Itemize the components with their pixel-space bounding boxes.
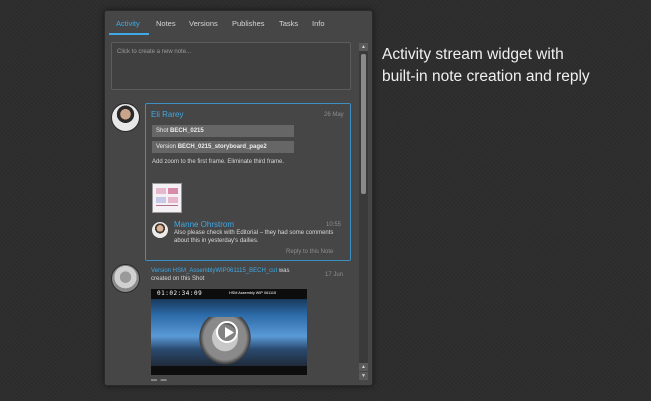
shot-prefix: Shot — [156, 128, 169, 134]
caption: Activity stream widget with built-in not… — [382, 44, 590, 88]
tab-notes[interactable]: Notes — [156, 19, 176, 28]
active-tab-indicator — [109, 33, 149, 35]
play-icon[interactable] — [216, 321, 238, 343]
scroll-up-button[interactable]: ▲ — [359, 43, 368, 51]
video-title: HSM Assembly WIP 061115 — [229, 291, 277, 295]
tab-info[interactable]: Info — [312, 19, 325, 28]
avatar[interactable] — [111, 103, 140, 132]
reply-author[interactable]: Manne Ohrstrom — [174, 220, 234, 229]
video-bottom-bar — [151, 366, 307, 375]
note-card: Eli Rarey 26 May Shot BECH_0215 Version … — [145, 103, 351, 261]
scroll-up-button-bottom[interactable]: ▲ — [359, 363, 368, 371]
version-event-was: was — [278, 268, 290, 274]
tab-versions[interactable]: Versions — [189, 19, 218, 28]
reply-avatar[interactable] — [152, 222, 168, 238]
new-note-input[interactable] — [112, 43, 350, 89]
new-note-box — [111, 42, 351, 90]
scroll-down-button[interactable]: ▼ — [359, 372, 368, 380]
shot-name: BECH_0215 — [170, 128, 204, 134]
note-text: Add zoom to the first frame. Eliminate t… — [152, 159, 285, 165]
version-event-date: 17 Jun — [325, 272, 344, 278]
avatar[interactable] — [111, 264, 140, 293]
shot-link[interactable]: Shot BECH_0215 — [152, 125, 294, 137]
attachment-thumbnail[interactable] — [152, 183, 182, 213]
version-event-created: created on this Shot — [151, 275, 205, 282]
note-author[interactable]: Eli Rarey — [151, 110, 183, 119]
video-top-bar: 01:02:34:09 HSM Assembly WIP 061115 — [151, 289, 307, 299]
tab-publishes[interactable]: Publishes — [232, 19, 265, 28]
caption-line-1: Activity stream widget with — [382, 46, 564, 63]
video-timecode: 01:02:34:09 — [157, 290, 203, 297]
activity-stream-panel: Activity Notes Versions Publishes Tasks … — [104, 10, 373, 386]
caption-line-2: built-in note creation and reply — [382, 68, 590, 85]
tab-tasks[interactable]: Tasks — [279, 19, 298, 28]
reply-time: 10:55 — [326, 222, 342, 228]
version-name: BECH_0215_storyboard_page2 — [177, 144, 267, 150]
reply-to-note-link[interactable]: Reply to this Note — [286, 249, 333, 255]
reply-text: Also please check with Editorial – they … — [174, 230, 334, 244]
version-event-text: Version HSM_AssemblyWIP061115_BECH_cut w… — [151, 268, 319, 283]
video-player[interactable]: 01:02:34:09 HSM Assembly WIP 061115 — [151, 289, 307, 375]
version-event-link[interactable]: Version HSM_AssemblyWIP061115_BECH_cut — [151, 268, 277, 274]
tab-activity[interactable]: Activity — [116, 19, 140, 28]
version-link[interactable]: Version BECH_0215_storyboard_page2 — [152, 141, 294, 153]
tab-bar: Activity Notes Versions Publishes Tasks … — [105, 11, 372, 37]
scrollbar-thumb[interactable] — [361, 54, 366, 194]
note-date: 26 May — [324, 112, 344, 118]
version-prefix: Version — [156, 144, 177, 150]
more-dots: ▬ ▬ — [151, 377, 168, 383]
